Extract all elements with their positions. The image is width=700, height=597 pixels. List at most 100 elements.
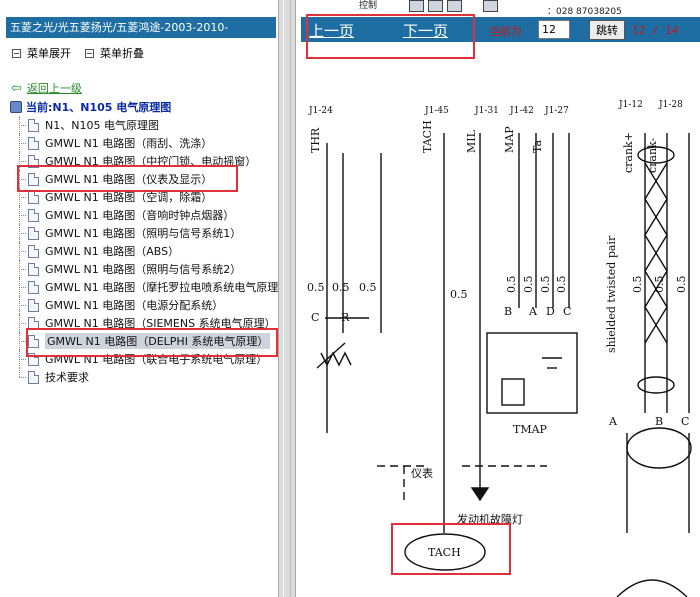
signal-label: crank+	[622, 132, 635, 173]
signal-label: THR	[309, 127, 322, 153]
back-link[interactable]: ⇦ 返回上一级	[11, 80, 82, 96]
wire-size: 0.5	[653, 276, 666, 294]
toolbar-partial-text: 控制	[359, 1, 378, 11]
tree-item-label: GMWL N1 电路图（中控门锁、电动摇窗）	[45, 155, 257, 168]
computer-icon	[10, 101, 22, 113]
tree-branch	[14, 350, 26, 368]
tree-item-selected[interactable]: GMWL N1 电路图（DELPHI 系统电气原理）	[14, 332, 278, 350]
next-page-link[interactable]: 下一页	[403, 20, 448, 41]
tmap-label: TMAP	[513, 423, 548, 436]
tree-item-label: GMWL N1 电路图（摩托罗拉电喷系统电气原理	[45, 281, 278, 294]
tree-branch	[14, 116, 26, 134]
toolbar-button[interactable]	[428, 0, 443, 12]
tree-branch	[14, 368, 26, 386]
menu-expand-label: 菜单展开	[27, 47, 71, 60]
shielded-pair-label: shielded twisted pair	[605, 235, 618, 353]
tree-item-label: 技术要求	[45, 371, 89, 384]
pane-splitter[interactable]	[278, 0, 296, 597]
document-icon	[28, 154, 39, 168]
tree-item[interactable]: 技术要求	[14, 368, 278, 386]
menu-collapse-label: 菜单折叠	[100, 47, 144, 60]
tree-item-label: GMWL N1 电路图（电源分配系统）	[45, 299, 224, 312]
tree-list: N1、N105 电气原理图 GMWL N1 电路图（雨刮、洗涤） GMWL N1…	[14, 116, 278, 386]
pin-label: D	[546, 305, 555, 318]
tree-item[interactable]: GMWL N1 电路图（照明与信号系统2）	[14, 260, 278, 278]
document-icon	[28, 190, 39, 204]
wire-size: 0.5	[675, 276, 688, 294]
back-arrow-icon: ⇦	[11, 80, 22, 96]
connector-label: J1-24	[308, 106, 333, 116]
page-number-input[interactable]	[538, 20, 570, 39]
wiring-diagram: J1-24 J1-45 J1-31 J1-42 J1-27 J1-12 J1-2…	[307, 100, 692, 597]
tree-branch	[14, 170, 26, 188]
tree-item[interactable]: GMWL N1 电路图（摩托罗拉电喷系统电气原理	[14, 278, 278, 296]
tree-branch	[14, 332, 26, 350]
document-icon	[28, 172, 39, 186]
menu-expand-button[interactable]: 菜单展开	[12, 45, 71, 61]
splitter-grip	[283, 0, 291, 597]
signal-label: MAP	[503, 126, 516, 153]
tree-title: 五菱之光/光五菱扬光/五菱鸿途-2003-2010-	[6, 17, 276, 38]
tach-label: TACH	[428, 546, 461, 559]
current-path-label: 当前:N1、N105 电气原理图	[26, 101, 172, 114]
signal-label: crank-	[646, 137, 659, 173]
tree-item[interactable]: GMWL N1 电路图（联合电子系统电气原理）	[14, 350, 278, 368]
prev-page-link[interactable]: 上一页	[309, 20, 354, 41]
document-icon	[28, 316, 39, 330]
menu-collapse-button[interactable]: 菜单折叠	[85, 45, 144, 61]
document-icon	[28, 262, 39, 276]
back-link-label: 返回上一级	[26, 82, 82, 95]
toolbar-button[interactable]	[447, 0, 462, 12]
wire-size: 0.5	[505, 276, 518, 294]
tree-item-label: GMWL N1 电路图（照明与信号系统1）	[45, 227, 242, 240]
tree-branch	[14, 260, 26, 278]
connector-label: J1-31	[474, 106, 499, 116]
tree-item[interactable]: GMWL N1 电路图（电源分配系统）	[14, 296, 278, 314]
connector-label: J1-42	[509, 106, 534, 116]
tree-item[interactable]: GMWL N1 电路图（ABS）	[14, 242, 278, 260]
pager-bar: 上一页 下一页 当前为 跳转 12 / 14	[301, 17, 700, 42]
document-icon	[28, 226, 39, 240]
pin-label: C	[311, 311, 319, 324]
wire-size: 0.5	[522, 276, 535, 294]
signal-label: TACH	[421, 120, 434, 153]
document-icon	[28, 118, 39, 132]
tree-item[interactable]: GMWL N1 电路图（雨刮、洗涤）	[14, 134, 278, 152]
toolbar-button[interactable]	[483, 0, 498, 12]
tree-branch	[14, 134, 26, 152]
tree-item[interactable]: GMWL N1 电路图（照明与信号系统1）	[14, 224, 278, 242]
toolbar-phone-text: ：028 87038205	[547, 7, 622, 17]
tree-item[interactable]: GMWL N1 电路图（中控门锁、电动摇窗）	[14, 152, 278, 170]
tree-item[interactable]: GMWL N1 电路图（空调，除霜）	[14, 188, 278, 206]
tree-branch	[14, 188, 26, 206]
jump-button[interactable]: 跳转	[589, 20, 625, 40]
engine-fault-label: 发动机故障灯	[457, 512, 523, 526]
signal-label: Ta	[531, 140, 544, 153]
wire-size: 0.5	[539, 276, 552, 294]
tree-item[interactable]: GMWL N1 电路图（音响时钟点烟器）	[14, 206, 278, 224]
tree-item-label: GMWL N1 电路图（仪表及显示）	[45, 173, 213, 186]
tree-item[interactable]: GMWL N1 电路图（仪表及显示）	[14, 170, 278, 188]
tree-branch	[14, 206, 26, 224]
pin-label: B	[655, 415, 663, 428]
tree-item-label: GMWL N1 电路图（DELPHI 系统电气原理）	[45, 333, 271, 349]
viewer-pane: 控制 ：028 87038205 上一页 下一页 当前为 跳转 12 / 14	[297, 0, 700, 597]
tree-item-label: GMWL N1 电路图（照明与信号系统2）	[45, 263, 242, 276]
tree-item-label: GMWL N1 电路图（ABS）	[45, 245, 180, 258]
tree-branch	[14, 296, 26, 314]
wire-size: 0.5	[359, 281, 377, 294]
tree-item[interactable]: N1、N105 电气原理图	[14, 116, 278, 134]
tree-item-label: GMWL N1 电路图（音响时钟点烟器）	[45, 209, 235, 222]
document-icon	[28, 352, 39, 366]
tree-item[interactable]: GMWL N1 电路图（SIEMENS 系统电气原理）	[14, 314, 278, 332]
wire-size: 0.5	[631, 276, 644, 294]
document-icon	[28, 244, 39, 258]
tree-branch	[14, 224, 26, 242]
expand-icon	[12, 48, 21, 58]
current-path: 当前:N1、N105 电气原理图	[10, 99, 171, 115]
tree-item-label: GMWL N1 电路图（SIEMENS 系统电气原理）	[45, 317, 276, 330]
toolbar-button[interactable]	[409, 0, 424, 12]
collapse-icon	[85, 48, 94, 58]
tree-item-label: N1、N105 电气原理图	[45, 119, 159, 132]
document-icon	[28, 334, 39, 348]
